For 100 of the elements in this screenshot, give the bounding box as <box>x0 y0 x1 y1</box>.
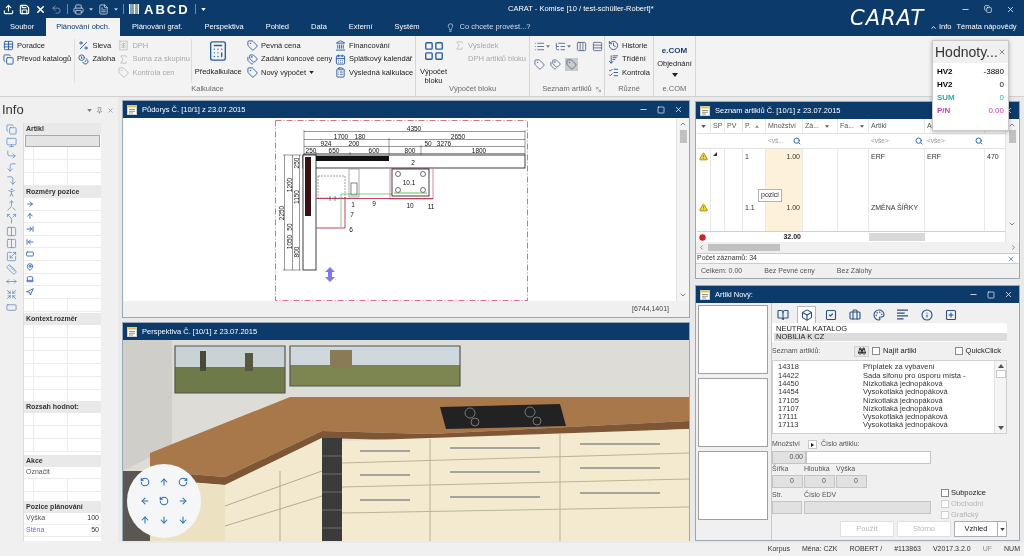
scroll-thumb[interactable] <box>995 370 1006 378</box>
restore-icon[interactable] <box>984 5 992 13</box>
notepad-icon <box>700 105 710 116</box>
clear-icon[interactable] <box>1007 254 1015 263</box>
monitor-icon[interactable] <box>6 136 17 148</box>
info-icon <box>920 308 933 321</box>
caret-icon[interactable] <box>114 7 118 11</box>
arrow-to-line-icon <box>26 237 34 246</box>
cross-icon[interactable] <box>35 3 46 15</box>
grid-icon <box>422 40 445 62</box>
caret-icon[interactable] <box>997 364 1004 368</box>
rotate-right-icon[interactable] <box>177 477 188 488</box>
panel-title: Hodnoty... <box>935 45 998 59</box>
scroll-thumb[interactable] <box>1008 130 1016 143</box>
search-icon[interactable] <box>975 137 983 145</box>
rotate-icon[interactable] <box>159 496 169 506</box>
tree-icon <box>555 41 566 52</box>
corner-arrow-icon[interactable] <box>6 174 17 186</box>
scroll-left-icon[interactable] <box>698 244 705 251</box>
double-arrow-icon[interactable] <box>325 267 335 282</box>
scroll-right-icon[interactable] <box>1010 244 1017 251</box>
maximize-icon[interactable] <box>987 290 995 299</box>
arrow-right-icon[interactable] <box>177 496 188 506</box>
arrow-down-icon[interactable] <box>159 514 169 525</box>
printer-icon[interactable] <box>73 3 84 15</box>
columns-icon[interactable] <box>6 238 17 250</box>
scroll-thumb[interactable] <box>679 130 687 143</box>
clipboard-icon <box>335 67 346 78</box>
hob-drawing <box>391 168 430 197</box>
checkbox[interactable] <box>941 489 949 497</box>
chevron-up-icon[interactable] <box>930 23 937 31</box>
corner-arrow-icon[interactable] <box>6 162 17 174</box>
expand-triangle-icon[interactable] <box>713 152 717 156</box>
dialog-launcher-icon[interactable] <box>596 86 601 92</box>
dropdown-button[interactable] <box>998 521 1007 537</box>
scroll-thumb[interactable] <box>708 244 780 251</box>
notepad-icon <box>127 104 137 115</box>
scroll-up-icon[interactable] <box>1008 121 1016 129</box>
caret-icon[interactable] <box>200 7 206 11</box>
corner-arrow-icon[interactable] <box>6 149 17 161</box>
checkbox[interactable] <box>954 347 963 355</box>
caret-icon <box>860 124 864 128</box>
letters-button[interactable]: ABCD <box>144 2 190 16</box>
columns-icon[interactable] <box>6 225 17 237</box>
icon-tab[interactable] <box>797 306 816 323</box>
toolbar-button[interactable] <box>575 40 588 53</box>
toolbar-button[interactable] <box>549 58 562 71</box>
sigma-icon <box>454 40 466 51</box>
scaling-icon[interactable] <box>6 250 17 262</box>
preview-panel <box>698 378 768 447</box>
caret-icon <box>567 45 571 48</box>
caret-icon <box>999 527 1005 531</box>
person-icon[interactable] <box>6 187 17 199</box>
columns-icon <box>576 41 587 52</box>
input-field[interactable] <box>772 500 802 514</box>
ruler-icon[interactable] <box>6 263 17 275</box>
split-icon[interactable] <box>6 212 17 224</box>
close-icon[interactable] <box>997 48 1006 56</box>
scroll-down-icon[interactable] <box>1008 220 1016 228</box>
arrow-left-icon[interactable] <box>140 496 151 506</box>
maximize-icon[interactable] <box>657 105 665 114</box>
rotate-left-icon[interactable] <box>140 477 151 488</box>
caret-icon[interactable] <box>89 7 93 11</box>
caret-icon <box>825 124 829 128</box>
checkbox[interactable] <box>872 347 880 355</box>
pin-icon[interactable] <box>96 106 103 114</box>
scroll-up-icon[interactable] <box>679 120 687 128</box>
upload-icon[interactable] <box>3 3 14 15</box>
merge-icon[interactable] <box>6 200 17 212</box>
search-icon[interactable] <box>793 137 801 145</box>
find-button[interactable] <box>854 345 869 357</box>
toolbar-button[interactable] <box>554 40 572 53</box>
text-lines-icon <box>897 309 908 320</box>
tag-icon <box>247 40 258 51</box>
value-text: 0.00 <box>988 104 1004 117</box>
rectangle-icon <box>26 250 34 259</box>
search-icon[interactable] <box>915 137 923 145</box>
receipt-icon <box>118 40 130 51</box>
page-icon[interactable] <box>98 3 109 15</box>
undo-icon[interactable] <box>51 3 62 15</box>
expand-button[interactable] <box>808 440 817 449</box>
scroll-down-icon[interactable] <box>679 291 687 299</box>
arrow-up-icon[interactable] <box>159 477 169 488</box>
input-field[interactable] <box>804 500 931 514</box>
save-icon[interactable] <box>19 3 30 15</box>
palette-icon <box>872 308 885 321</box>
barcode-icon[interactable] <box>129 4 139 14</box>
caret-icon[interactable] <box>997 426 1004 430</box>
rows-icon <box>592 41 603 52</box>
toolbar-button[interactable] <box>533 40 551 53</box>
caret-icon[interactable] <box>701 124 706 128</box>
input-field[interactable] <box>806 450 931 464</box>
close-icon[interactable] <box>1006 4 1015 14</box>
caret-icon <box>546 45 550 48</box>
arrow-up-icon[interactable] <box>140 514 151 525</box>
input-field[interactable] <box>25 135 100 147</box>
toolbar-button[interactable] <box>591 40 604 53</box>
arrow-down-icon[interactable] <box>177 514 188 525</box>
shrink-icon[interactable] <box>6 288 17 300</box>
table-icon <box>3 40 14 51</box>
